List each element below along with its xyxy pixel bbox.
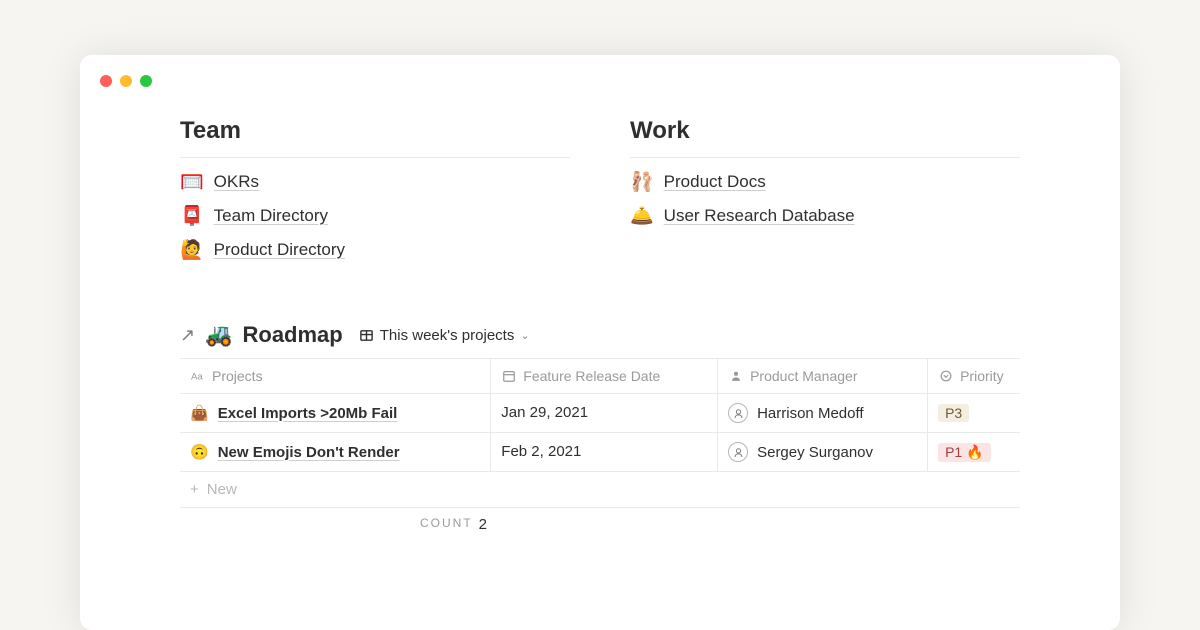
pm-cell: Sergey Surganov (728, 442, 917, 462)
link-label: Team Directory (214, 206, 328, 226)
team-link-product-directory[interactable]: 🙋 Product Directory (180, 238, 570, 262)
project-name: New Emojis Don't Render (218, 444, 400, 461)
count-footer: COUNT 2 (180, 508, 1020, 541)
project-name: Excel Imports >20Mb Fail (218, 405, 398, 422)
page-content: Team 🥅 OKRs 📮 Team Directory 🙋 Product D… (80, 117, 1120, 541)
person-property-icon (728, 369, 743, 384)
chevron-down-icon: ⌄ (520, 329, 529, 342)
work-section: Work 🩰 Product Docs 🛎️ User Research Dat… (630, 117, 1020, 262)
header-projects[interactable]: Aa Projects (180, 359, 491, 394)
maximize-window-button[interactable] (140, 75, 152, 87)
pm-cell: Harrison Medoff (728, 403, 917, 423)
team-links: 🥅 OKRs 📮 Team Directory 🙋 Product Direct… (180, 170, 570, 262)
row-emoji-icon: 🙃 (190, 443, 209, 461)
row-emoji-icon: 👜 (190, 404, 209, 422)
priority-badge: P1 🔥 (938, 443, 990, 462)
roadmap-header: ↗ 🚜 Roadmap This week's projects ⌄ (180, 322, 1020, 348)
pm-name: Sergey Surganov (757, 444, 873, 461)
minimize-window-button[interactable] (120, 75, 132, 87)
ballet-shoes-icon: 🩰 (630, 170, 654, 194)
team-section: Team 🥅 OKRs 📮 Team Directory 🙋 Product D… (180, 117, 570, 262)
link-label: Product Directory (214, 240, 345, 260)
project-cell: 🙃 New Emojis Don't Render (190, 443, 480, 461)
work-link-product-docs[interactable]: 🩰 Product Docs (630, 170, 1020, 194)
link-label: User Research Database (664, 206, 855, 226)
raising-hand-icon: 🙋 (180, 238, 204, 262)
link-label: Product Docs (664, 172, 766, 192)
team-link-directory[interactable]: 📮 Team Directory (180, 204, 570, 228)
count-value: 2 (479, 516, 487, 533)
work-link-user-research[interactable]: 🛎️ User Research Database (630, 204, 1020, 228)
text-property-icon: Aa (190, 369, 205, 384)
header-pm[interactable]: Product Manager (718, 359, 928, 394)
svg-text:Aa: Aa (191, 372, 203, 383)
new-row-button[interactable]: +New (180, 472, 1020, 508)
tractor-icon: 🚜 (205, 322, 232, 348)
postbox-icon: 📮 (180, 204, 204, 228)
sections-row: Team 🥅 OKRs 📮 Team Directory 🙋 Product D… (180, 117, 1020, 262)
team-link-okrs[interactable]: 🥅 OKRs (180, 170, 570, 194)
app-window: Team 🥅 OKRs 📮 Team Directory 🙋 Product D… (80, 55, 1120, 630)
table-row[interactable]: 🙃 New Emojis Don't Render Feb 2, 2021 Se… (180, 433, 1020, 472)
avatar-icon (728, 442, 748, 462)
priority-badge: P3 (938, 404, 969, 422)
team-heading: Team (180, 117, 570, 158)
link-label: OKRs (214, 172, 259, 192)
project-cell: 👜 Excel Imports >20Mb Fail (190, 404, 480, 422)
calendar-property-icon (501, 369, 516, 384)
date-cell: Feb 2, 2021 (501, 443, 581, 460)
goal-net-icon: 🥅 (180, 170, 204, 194)
open-page-arrow-icon[interactable]: ↗ (180, 325, 195, 346)
work-heading: Work (630, 117, 1020, 158)
count-label: COUNT (420, 516, 473, 533)
view-selector[interactable]: This week's projects ⌄ (359, 327, 530, 344)
bell-icon: 🛎️ (630, 204, 654, 228)
header-date[interactable]: Feature Release Date (491, 359, 718, 394)
header-priority[interactable]: Priority (928, 359, 1020, 394)
select-property-icon (938, 369, 953, 384)
roadmap-title: Roadmap (243, 322, 343, 348)
table-view-icon (359, 328, 374, 343)
table-row[interactable]: 👜 Excel Imports >20Mb Fail Jan 29, 2021 … (180, 394, 1020, 433)
work-links: 🩰 Product Docs 🛎️ User Research Database (630, 170, 1020, 228)
window-traffic-lights (80, 75, 1120, 87)
roadmap-table: Aa Projects Feature Releas (180, 358, 1020, 472)
date-cell: Jan 29, 2021 (501, 404, 588, 421)
close-window-button[interactable] (100, 75, 112, 87)
view-label: This week's projects (380, 327, 515, 344)
avatar-icon (728, 403, 748, 423)
plus-icon: + (190, 481, 199, 498)
pm-name: Harrison Medoff (757, 405, 863, 422)
